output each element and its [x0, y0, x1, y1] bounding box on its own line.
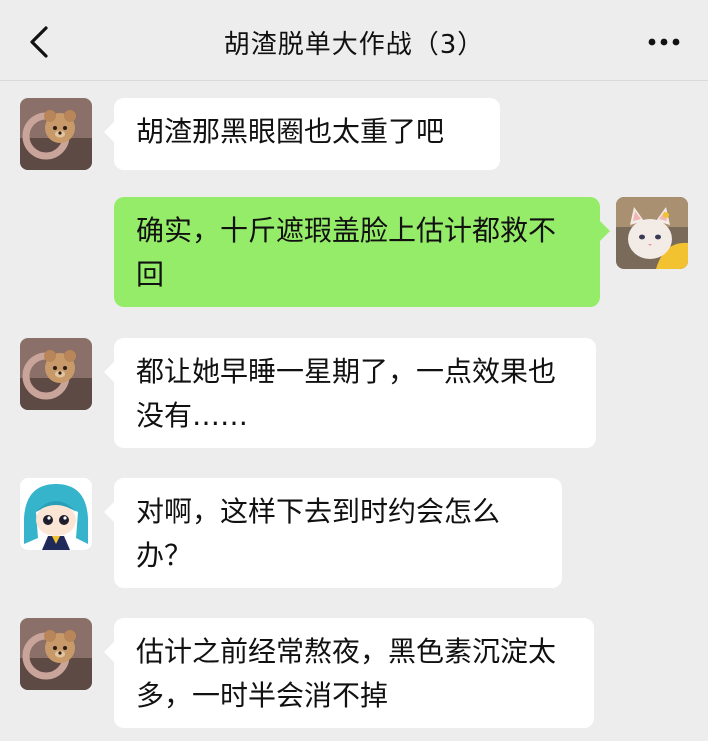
anime-girl-avatar[interactable]	[20, 478, 92, 550]
bear-avatar[interactable]	[20, 338, 92, 410]
message-bubble-outgoing[interactable]: 确实，十斤遮瑕盖脸上估计都救不回	[114, 197, 610, 307]
message-bubble[interactable]: 都让她早睡一星期了，一点效果也没有……	[104, 338, 596, 448]
chat-title: 胡渣脱单大作战（3）	[223, 30, 485, 60]
message-text: 估计之前经常熬夜，黑色素沉淀太多，一时半会消不掉	[136, 635, 557, 712]
chat-header: 胡渣脱单大作战（3）	[0, 0, 708, 81]
message-text: 对啊，这样下去到时约会怎么办？	[136, 495, 501, 572]
bear-avatar[interactable]	[20, 98, 92, 170]
message-text: 都让她早睡一星期了，一点效果也没有……	[136, 355, 557, 432]
bear-avatar[interactable]	[20, 618, 92, 690]
message-text: 确实，十斤遮瑕盖脸上估计都救不回	[136, 214, 557, 291]
message-bubble[interactable]: 估计之前经常熬夜，黑色素沉淀太多，一时半会消不掉	[104, 618, 594, 728]
message-bubble[interactable]: 胡渣那黑眼圈也太重了吧	[104, 98, 500, 170]
more-dots-icon	[648, 38, 680, 46]
cat-avatar[interactable]	[616, 197, 688, 269]
more-button[interactable]	[644, 30, 684, 54]
message-text: 胡渣那黑眼圈也太重了吧	[136, 115, 445, 148]
message-bubble[interactable]: 对啊，这样下去到时约会怎么办？	[104, 478, 562, 588]
